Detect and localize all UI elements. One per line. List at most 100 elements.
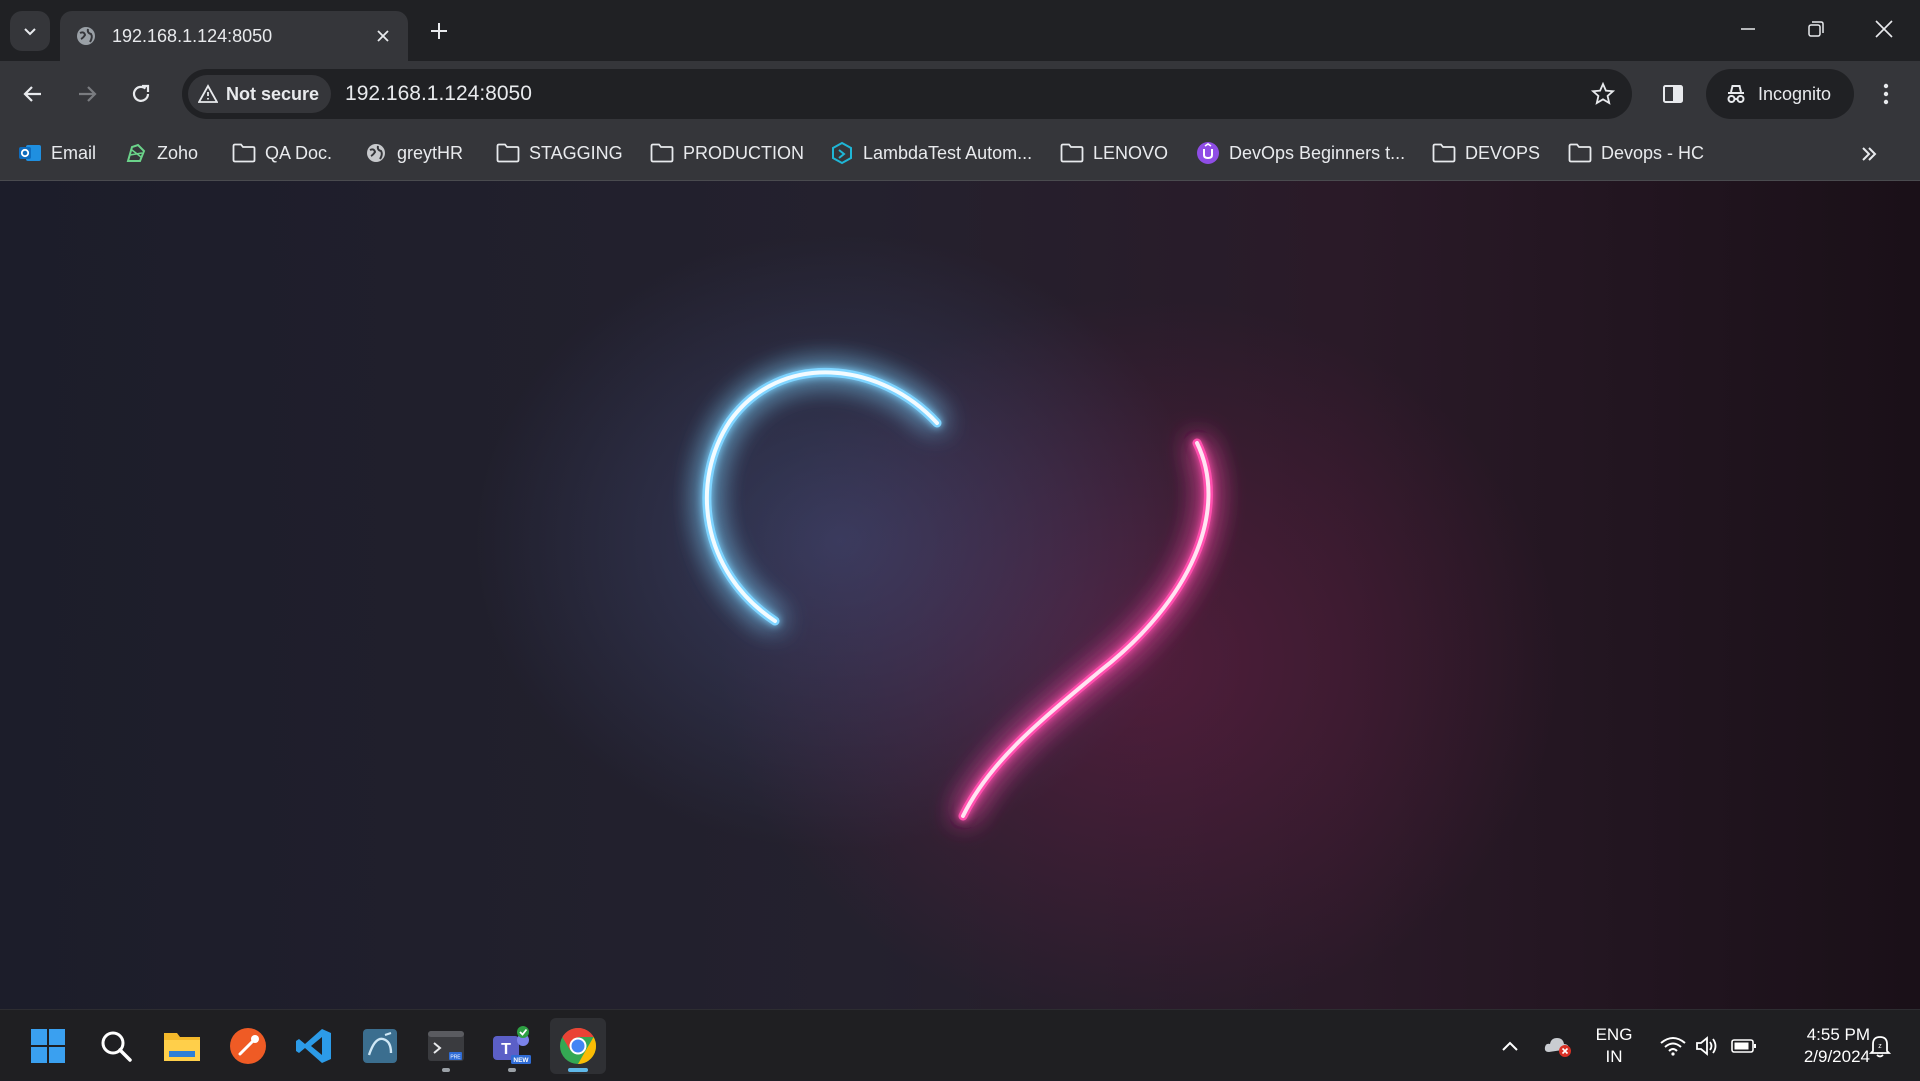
bookmark-lenovo[interactable]: LENOVO [1060,137,1168,169]
zoho-icon [124,141,148,165]
start-button[interactable] [20,1018,76,1074]
svg-text:z: z [1878,1043,1882,1050]
vscode-icon [296,1029,331,1063]
page-content [0,181,1920,1009]
svg-text:NEW: NEW [513,1057,529,1064]
terminal-preview-icon: PRE [428,1031,464,1061]
taskbar-chrome[interactable] [550,1018,606,1074]
postman-icon [230,1028,266,1064]
bookmark-greythr[interactable]: greytHR [364,137,463,169]
reload-icon [132,84,150,102]
minimize-icon [1741,28,1755,30]
bookmark-star-icon[interactable] [1588,79,1618,109]
bookmark-label: PRODUCTION [683,142,804,163]
close-window-button[interactable] [1850,0,1918,58]
address-bar[interactable]: Not secure 192.168.1.124:8050 [182,69,1632,119]
folder-icon [1432,141,1456,165]
bookmark-lambdatest[interactable]: LambdaTest Autom... [830,137,1032,169]
bookmark-devops-beginners[interactable]: DevOps Beginners t... [1196,137,1405,169]
mysql-workbench-icon [363,1029,397,1063]
folder-icon [1568,141,1592,165]
svg-text:T: T [501,1041,511,1058]
arrow-left-icon [23,86,41,102]
windows-start-icon [31,1029,65,1063]
search-icon [101,1031,132,1062]
taskbar-terminal-preview[interactable]: PRE [418,1018,474,1074]
svg-text:PRE: PRE [450,1055,461,1061]
bookmark-email[interactable]: Email [18,137,96,169]
taskbar-search-button[interactable] [88,1018,144,1074]
globe-icon [364,141,388,165]
bookmark-zoho[interactable]: Zoho [124,137,198,169]
tray-volume[interactable] [1690,1010,1724,1081]
new-tab-button[interactable] [424,16,454,46]
incognito-icon [1727,85,1745,103]
incognito-profile-button[interactable]: Incognito [1706,69,1854,119]
input-language-indicator[interactable]: ENG IN [1586,1024,1642,1068]
url-text[interactable]: 192.168.1.124:8050 [345,82,1588,106]
tray-onedrive[interactable] [1540,1010,1576,1081]
speaker-icon [1696,1035,1717,1056]
teams-new-icon: TNEW [493,1026,531,1064]
bookmark-label: greytHR [397,142,464,163]
restore-button[interactable] [1782,0,1850,58]
close-icon [1875,20,1893,38]
tab-title: 192.168.1.124:8050 [112,25,273,46]
taskbar-vscode[interactable] [286,1018,342,1074]
side-panel-button[interactable] [1652,73,1694,115]
running-indicator [442,1068,450,1072]
close-tab-icon[interactable] [372,25,394,47]
browser-menu-button[interactable] [1868,73,1904,115]
tray-wifi[interactable] [1656,1010,1690,1081]
active-indicator [568,1068,588,1072]
notification-bell-icon: z [1869,1035,1891,1057]
browser-tab[interactable]: 192.168.1.124:8050 [60,11,408,61]
notification-center-button[interactable]: z [1862,1010,1898,1081]
lambdatest-icon [830,141,854,165]
running-indicator [508,1068,516,1072]
outlook-icon [18,141,42,165]
bookmark-label: Devops - HC [1601,142,1705,163]
battery-icon [1731,1038,1756,1053]
taskbar-clock[interactable]: 4:55 PM 2/9/2024 [1770,1024,1870,1068]
bookmark-production[interactable]: PRODUCTION [650,137,804,169]
clock-date: 2/9/2024 [1803,1047,1870,1066]
bookmarks-overflow-button[interactable] [1854,139,1884,169]
folder-icon [232,141,256,165]
restore-icon [1808,21,1824,37]
security-chip[interactable]: Not secure [188,75,332,113]
bookmark-label: LambdaTest Autom... [863,142,1033,163]
reload-button[interactable] [120,73,162,115]
udemy-icon [1196,141,1220,165]
file-explorer-icon [164,1033,200,1061]
cloud-error-icon [1544,1037,1571,1057]
bookmark-devops[interactable]: DEVOPS [1432,137,1540,169]
tray-battery[interactable] [1726,1010,1762,1081]
bookmark-devops-hc[interactable]: Devops - HC [1568,137,1704,169]
folder-icon [496,141,520,165]
taskbar-teams[interactable]: T NEW [484,1018,540,1074]
chevron-down-icon [24,28,36,36]
minimize-button[interactable] [1714,0,1782,58]
language-code: ENG [1595,1025,1633,1044]
security-label: Not secure [226,83,320,104]
bookmark-label: STAGGING [529,142,623,163]
bookmark-qa-doc[interactable]: QA Doc. [232,137,332,169]
warning-icon [198,84,218,103]
bookmark-stagging[interactable]: STAGGING [496,137,623,169]
forward-button[interactable] [66,73,108,115]
bookmark-label: Email [51,142,97,163]
taskbar-file-explorer[interactable] [154,1018,210,1074]
back-button[interactable] [12,73,54,115]
browser-toolbar: Not secure 192.168.1.124:8050 Incognito [0,61,1920,127]
windows-taskbar: PRE T NEW ENG IN 4:55 PM 2/9/2024 z [0,1009,1920,1080]
taskbar-postman[interactable] [220,1018,276,1074]
tab-search-button[interactable] [10,11,50,51]
taskbar-mysql-workbench[interactable] [352,1018,408,1074]
chevron-up-icon [1502,1041,1518,1051]
bookmark-label: Zoho [157,142,199,163]
bookmarks-bar: Email Zoho QA Doc. greytHR STAGGING PROD… [0,127,1920,181]
show-hidden-icons-button[interactable] [1492,1010,1528,1081]
side-panel-icon [1663,85,1683,103]
region-code: IN [1605,1047,1623,1066]
